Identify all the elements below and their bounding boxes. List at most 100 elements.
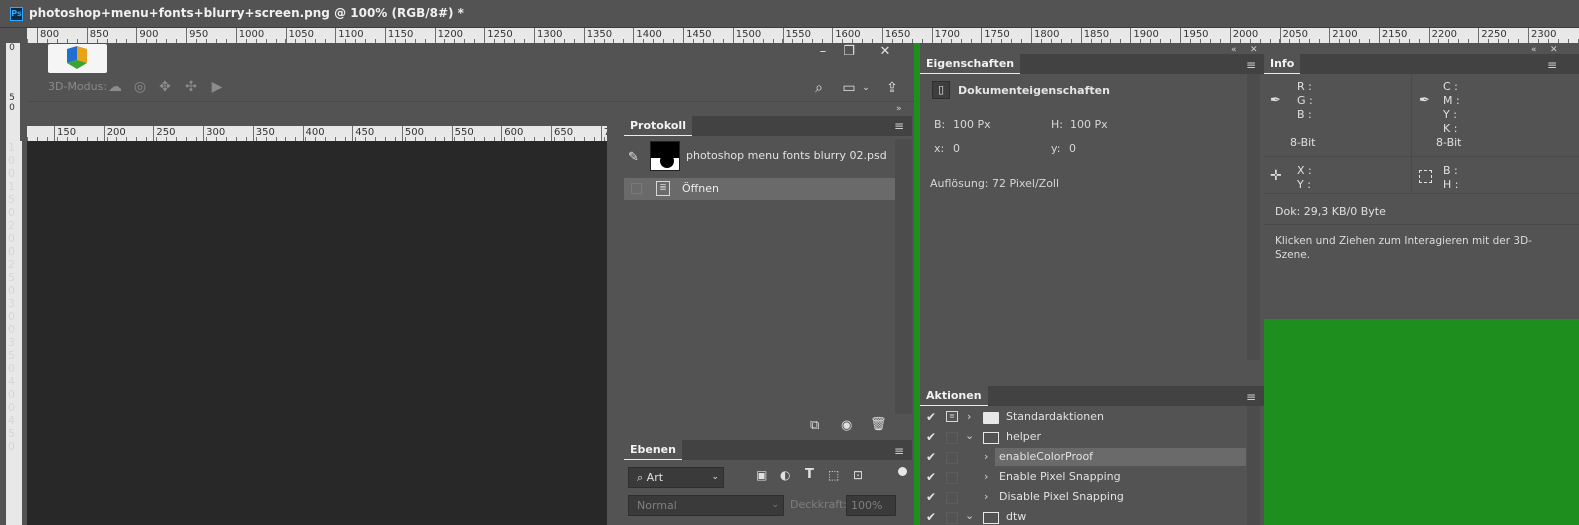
- info-key-k: K :: [1443, 122, 1458, 135]
- orbit-icon[interactable]: ☁: [106, 78, 124, 96]
- check-icon[interactable]: ✔: [926, 410, 938, 424]
- actions-scrollbar[interactable]: [1247, 406, 1260, 525]
- x-value[interactable]: 0: [953, 142, 960, 155]
- tab-aktionen[interactable]: Aktionen: [920, 386, 988, 406]
- chevron-down-icon[interactable]: ⌄: [965, 509, 974, 522]
- chevron-right-icon[interactable]: ›: [984, 490, 988, 503]
- info-key-x: X :: [1297, 164, 1312, 177]
- ruler-major-tick: [683, 28, 685, 43]
- dialog-toggle-box[interactable]: [946, 512, 958, 524]
- zoom-camera-icon[interactable]: ▶: [208, 78, 226, 96]
- 3d-mode-label: 3D-Modus:: [48, 80, 108, 93]
- restore-button[interactable]: ❐: [834, 44, 864, 62]
- action-label: enableColorProof: [995, 448, 1246, 466]
- search-icon[interactable]: ⌕: [809, 78, 829, 98]
- chevron-right-icon[interactable]: ›: [984, 450, 988, 463]
- ruler-major-tick: [1080, 28, 1082, 43]
- ruler-major-tick: [484, 28, 486, 43]
- dialog-toggle-box[interactable]: [946, 492, 958, 504]
- history-scrollbar[interactable]: [895, 139, 912, 415]
- layer-filter-select[interactable]: ⌕ Art ⌄: [628, 467, 724, 488]
- ruler-major-tick: [981, 28, 983, 43]
- check-icon[interactable]: ✔: [926, 510, 938, 524]
- smart-object-filter-icon[interactable]: ⊡: [853, 468, 863, 482]
- info-divider: [1264, 193, 1579, 194]
- history-brush-icon[interactable]: ✎: [628, 150, 639, 165]
- ruler-label: 1050: [288, 29, 314, 40]
- type-layer-filter-icon[interactable]: T: [805, 467, 814, 482]
- info-menu-icon[interactable]: ≡: [1546, 59, 1558, 71]
- chevron-right-icon[interactable]: ›: [984, 470, 988, 483]
- action-label: Enable Pixel Snapping: [999, 470, 1121, 483]
- ruler-label: 450: [355, 127, 375, 138]
- ruler-major-tick: [551, 126, 552, 141]
- history-source-checkbox[interactable]: [631, 183, 642, 194]
- workspace-icon[interactable]: ▭: [839, 78, 859, 98]
- width-value[interactable]: 100 Px: [953, 118, 991, 131]
- dialog-toggle-box[interactable]: [946, 432, 958, 444]
- ruler-major-tick: [153, 126, 155, 141]
- canvas-vertical-ruler[interactable]: 100150200250300350400450: [8, 141, 22, 525]
- chevron-right-icon[interactable]: ›: [967, 410, 971, 423]
- share-icon[interactable]: ⇪: [882, 78, 902, 98]
- pixel-layer-filter-icon[interactable]: ▣: [756, 468, 767, 482]
- canvas-horizontal-ruler[interactable]: 150 200 250 300 350 400 450 500 550 600 650 7: [27, 126, 607, 141]
- ruler-label: 2200: [1431, 29, 1458, 40]
- chevron-down-icon[interactable]: ⌄: [860, 78, 872, 98]
- y-value[interactable]: 0: [1069, 142, 1076, 155]
- actions-menu-icon[interactable]: ≡: [1245, 391, 1257, 403]
- info-divider: [1411, 74, 1412, 156]
- ruler-label: 200: [8, 219, 15, 258]
- dialog-toggle-icon[interactable]: ≡: [946, 411, 958, 422]
- document-title-tab[interactable]: photoshop+menu+fonts+blurry+screen.png @…: [29, 6, 464, 20]
- ruler-label: 950: [189, 29, 209, 40]
- slide-icon[interactable]: ✣: [182, 78, 200, 96]
- ruler-major-tick: [1329, 28, 1331, 43]
- document-canvas[interactable]: [27, 141, 607, 525]
- trash-icon[interactable]: 🗑: [870, 417, 887, 432]
- dialog-toggle-box[interactable]: [946, 472, 958, 484]
- check-icon[interactable]: ✔: [926, 470, 938, 484]
- panel-menu-icon[interactable]: ≡: [893, 120, 905, 132]
- collapse-panels-icon[interactable]: »: [896, 104, 902, 114]
- check-icon[interactable]: ✔: [926, 430, 938, 444]
- collapse-panels-icon[interactable]: «: [1231, 45, 1237, 55]
- tab-info[interactable]: Info: [1264, 54, 1301, 74]
- tab-ebenen[interactable]: Ebenen: [624, 440, 682, 460]
- ruler-label: 1100: [338, 29, 364, 40]
- eyedropper-icon[interactable]: ✒: [1270, 93, 1281, 108]
- blend-mode-select[interactable]: Normal ⌄: [628, 495, 784, 516]
- width-label: B:: [934, 118, 946, 131]
- snapshot-camera-icon[interactable]: ◉: [841, 418, 852, 433]
- properties-scrollbar[interactable]: [1247, 74, 1260, 360]
- dialog-toggle-box[interactable]: [946, 452, 958, 464]
- opacity-field[interactable]: 100%: [846, 495, 896, 516]
- ruler-label: 1200: [437, 29, 464, 40]
- tab-eigenschaften[interactable]: Eigenschaften: [920, 54, 1021, 74]
- layers-menu-icon[interactable]: ≡: [893, 445, 905, 457]
- adjustment-layer-filter-icon[interactable]: ◐: [780, 468, 790, 482]
- roll-icon[interactable]: ◎: [131, 78, 149, 96]
- chevron-down-icon[interactable]: ⌄: [965, 429, 974, 442]
- close-button[interactable]: ✕: [870, 44, 900, 62]
- ruler-label: 1150: [387, 29, 414, 40]
- eyedropper-icon[interactable]: ✒: [1419, 93, 1430, 108]
- shape-layer-filter-icon[interactable]: ⬚: [828, 468, 839, 482]
- filter-toggle-switch[interactable]: [898, 467, 907, 476]
- check-icon[interactable]: ✔: [926, 490, 938, 504]
- height-value[interactable]: 100 Px: [1070, 118, 1108, 131]
- ruler-label: 50: [9, 92, 15, 113]
- pan-icon[interactable]: ✥: [156, 78, 174, 96]
- new-document-from-state-icon[interactable]: ⧉: [810, 418, 819, 433]
- chevron-down-icon: ⌄: [711, 472, 719, 482]
- close-panel-icon[interactable]: ✕: [1250, 45, 1258, 55]
- check-icon[interactable]: ✔: [926, 450, 938, 464]
- collapse-panels-icon[interactable]: «: [1531, 45, 1537, 55]
- horizontal-ruler[interactable]: 800 850 900 950 1000 1050 1100 1150 1200 1250 1300…: [27, 28, 1579, 43]
- selection-size-icon: [1419, 170, 1432, 183]
- ruler-major-tick: [136, 28, 138, 43]
- close-panel-icon[interactable]: ✕: [1550, 45, 1558, 55]
- ruler-major-tick: [583, 28, 585, 43]
- tab-protokoll[interactable]: Protokoll: [624, 116, 692, 136]
- properties-menu-icon[interactable]: ≡: [1245, 59, 1257, 71]
